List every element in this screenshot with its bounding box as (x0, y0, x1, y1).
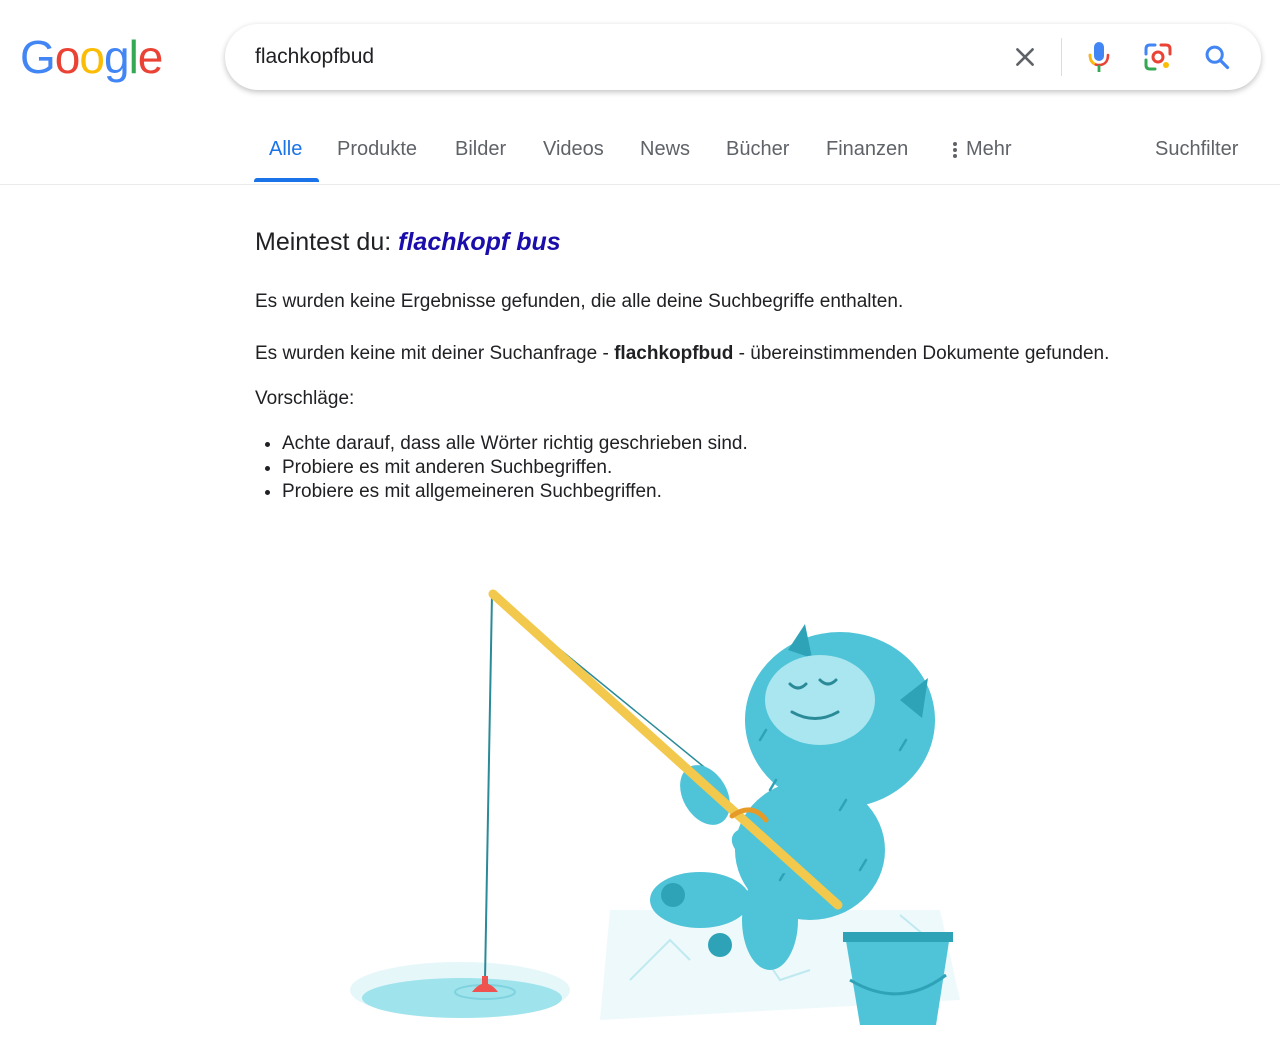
fishing-line (484, 593, 493, 981)
search-icon[interactable] (1200, 40, 1234, 74)
no-docs-query: flachkopfbud (614, 343, 734, 364)
did-you-mean-prefix: Meintest du: (255, 228, 392, 256)
search-tabs: Alle Produkte Bilder Videos News Bücher … (0, 128, 1280, 184)
camera-lens-icon[interactable] (1141, 40, 1175, 74)
no-results-message: Es wurden keine Ergebnisse gefunden, die… (255, 291, 904, 312)
tools-button[interactable]: Suchfilter (1155, 138, 1238, 161)
monster-left-foot (661, 883, 685, 907)
microphone-icon[interactable] (1082, 40, 1116, 74)
active-tab-indicator (254, 178, 319, 182)
ice-hole-water (362, 978, 562, 1018)
search-input[interactable] (255, 42, 975, 72)
no-documents-message: Es wurden keine mit deiner Suchanfrage -… (255, 342, 1109, 366)
did-you-mean-link[interactable]: flachkopf bus (398, 228, 561, 256)
logo-letter: e (137, 31, 164, 83)
suggestion-item: Probiere es mit anderen Suchbegriffen. (282, 456, 748, 480)
bobber-tip (482, 976, 488, 984)
logo-letter: o (79, 31, 105, 83)
tab-buecher[interactable]: Bücher (726, 138, 789, 161)
bucket (845, 935, 950, 1025)
tab-alle[interactable]: Alle (269, 138, 302, 161)
search-results-page: Google flachkopfbud Alle Produkte Bilder… (0, 0, 1280, 1054)
tab-news[interactable]: News (640, 138, 690, 161)
logo-letter: G (20, 31, 56, 83)
tab-bilder[interactable]: Bilder (455, 138, 506, 161)
results-content: Meintest du: flachkopf bus Es wurden kei… (255, 224, 1255, 502)
search-box-divider (1061, 38, 1062, 76)
no-docs-suffix: - übereinstimmenden Dokumente gefunden. (733, 343, 1110, 364)
google-logo[interactable]: Google (20, 31, 164, 83)
monster-right-foot (708, 933, 732, 957)
no-docs-prefix: Es wurden keine mit deiner Suchanfrage - (255, 343, 615, 364)
logo-letter: l (128, 31, 139, 83)
logo-letter: g (103, 31, 130, 83)
tab-videos[interactable]: Videos (543, 138, 604, 161)
bucket-rim (843, 932, 953, 942)
monster-right-leg (742, 870, 798, 970)
monster-face (765, 655, 875, 745)
suggestions-heading: Vorschläge: (255, 388, 355, 409)
more-vertical-icon (953, 141, 957, 158)
tab-mehr-label: Mehr (966, 138, 1012, 160)
suggestion-item: Probiere es mit allgemeineren Suchbegrif… (282, 480, 748, 504)
search-box (225, 24, 1261, 90)
did-you-mean: Meintest du: flachkopf bus (255, 224, 1255, 260)
fishing-monster-illustration (350, 589, 960, 1025)
suggestion-item: Achte darauf, dass alle Wörter richtig g… (282, 432, 748, 456)
tab-finanzen[interactable]: Finanzen (826, 138, 908, 161)
tabs-divider (0, 184, 1280, 185)
close-icon[interactable] (1008, 40, 1042, 74)
tab-produkte[interactable]: Produkte (337, 138, 417, 161)
logo-letter: o (54, 31, 81, 83)
suggestions-list: Achte darauf, dass alle Wörter richtig g… (255, 432, 748, 504)
tab-mehr[interactable]: Mehr (952, 138, 1012, 161)
